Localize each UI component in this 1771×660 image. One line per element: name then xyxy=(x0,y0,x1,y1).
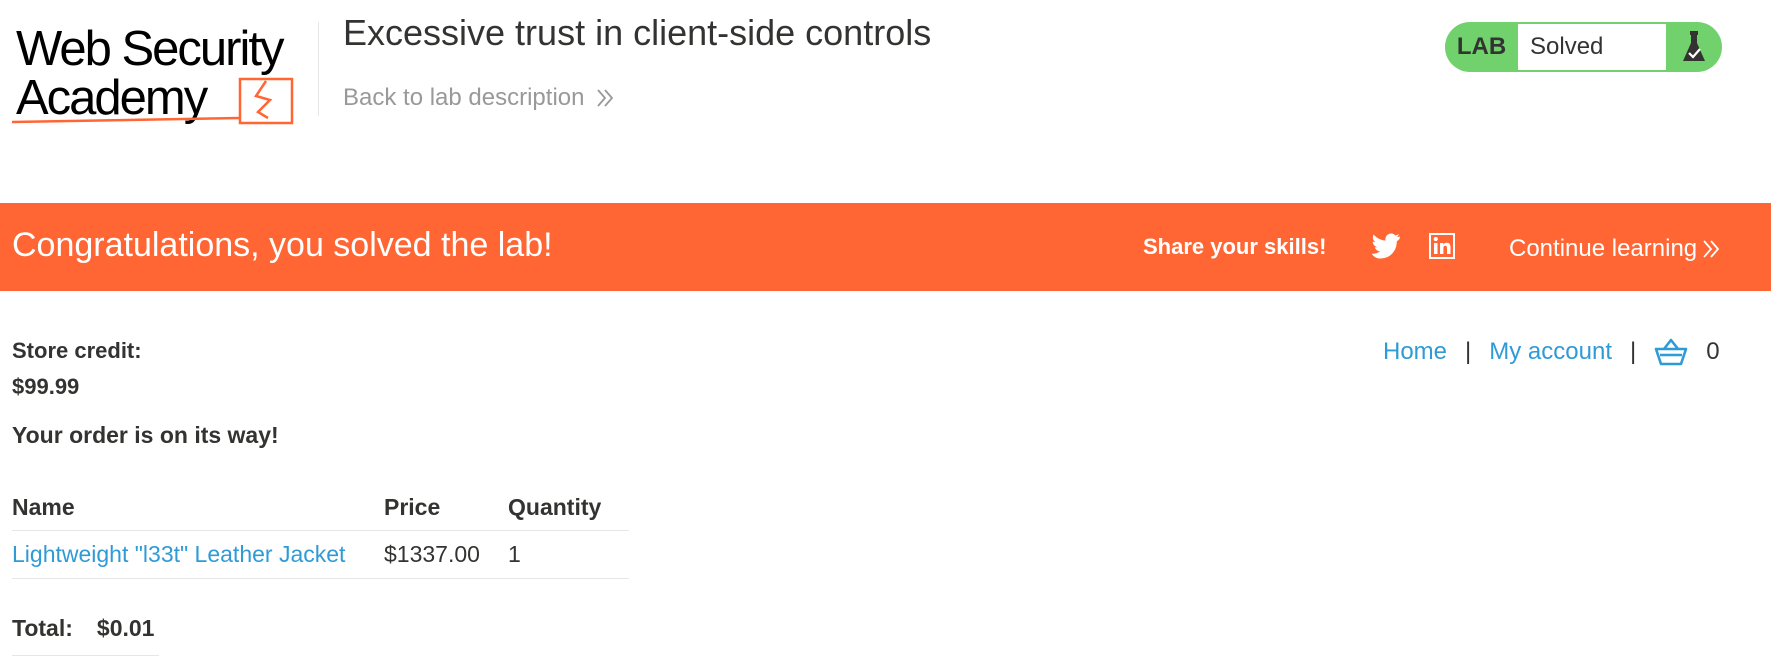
lab-badge: LAB xyxy=(1456,33,1507,60)
item-price-cell: $1337.00 xyxy=(384,530,508,579)
header-divider xyxy=(318,22,319,116)
cart-count: 0 xyxy=(1706,338,1720,365)
flask-icon xyxy=(1666,30,1722,64)
table-row: Lightweight "l33t" Leather Jacket $1337.… xyxy=(12,530,629,579)
lab-status-widget: LAB Solved xyxy=(1445,22,1722,72)
column-header-price: Price xyxy=(384,486,508,531)
order-items-table: Name Price Quantity Lightweight "l33t" L… xyxy=(12,486,629,579)
total-value: $0.01 xyxy=(96,615,155,641)
lab-solved-banner: Congratulations, you solved the lab! Sha… xyxy=(0,203,1771,291)
item-name-cell: Lightweight "l33t" Leather Jacket xyxy=(12,530,384,579)
continue-learning-label: Continue learning xyxy=(1509,235,1698,262)
back-link-label: Back to lab description xyxy=(343,84,585,111)
continue-learning-link[interactable]: Continue learning xyxy=(1509,235,1720,263)
order-confirmation-message: Your order is on its way! xyxy=(12,422,279,448)
store-credit-label: Store credit: xyxy=(12,338,142,363)
basket-icon xyxy=(1654,337,1688,367)
double-chevron-right-icon xyxy=(596,88,614,108)
top-navigation: Home | My account | 0 xyxy=(1383,336,1720,368)
item-quantity-cell: 1 xyxy=(508,530,629,579)
lab-title: Excessive trust in client-side controls xyxy=(343,12,932,53)
nav-separator: | xyxy=(1629,338,1637,365)
cart-link[interactable]: 0 xyxy=(1654,337,1720,367)
lab-status-text: Solved xyxy=(1518,23,1666,71)
twitter-icon[interactable] xyxy=(1371,233,1401,259)
table-header-row: Name Price Quantity xyxy=(12,486,629,531)
nav-separator: | xyxy=(1465,338,1472,365)
share-skills-label: Share your skills! xyxy=(1143,234,1327,259)
double-chevron-right-icon xyxy=(1703,239,1720,259)
order-total: Total: $0.01 xyxy=(12,615,154,642)
total-underline xyxy=(12,655,159,656)
total-label: Total: xyxy=(12,615,73,641)
solved-message: Congratulations, you solved the lab! xyxy=(12,226,553,264)
column-header-quantity: Quantity xyxy=(508,486,629,531)
column-header-name: Name xyxy=(12,486,384,531)
home-link[interactable]: Home xyxy=(1383,338,1447,366)
store-credit-value: $99.99 xyxy=(12,374,80,399)
my-account-link[interactable]: My account xyxy=(1489,338,1612,366)
lab-header: Web Security Academy Excessive trust in … xyxy=(0,0,1771,202)
logo-line2-text: Academy xyxy=(16,71,209,125)
logo-line1-text: Web Security xyxy=(16,22,285,76)
back-to-lab-description-link[interactable]: Back to lab description xyxy=(343,84,614,112)
linkedin-icon[interactable] xyxy=(1429,233,1455,259)
product-link[interactable]: Lightweight "l33t" Leather Jacket xyxy=(12,541,345,567)
web-security-academy-logo[interactable]: Web Security Academy xyxy=(12,18,317,128)
